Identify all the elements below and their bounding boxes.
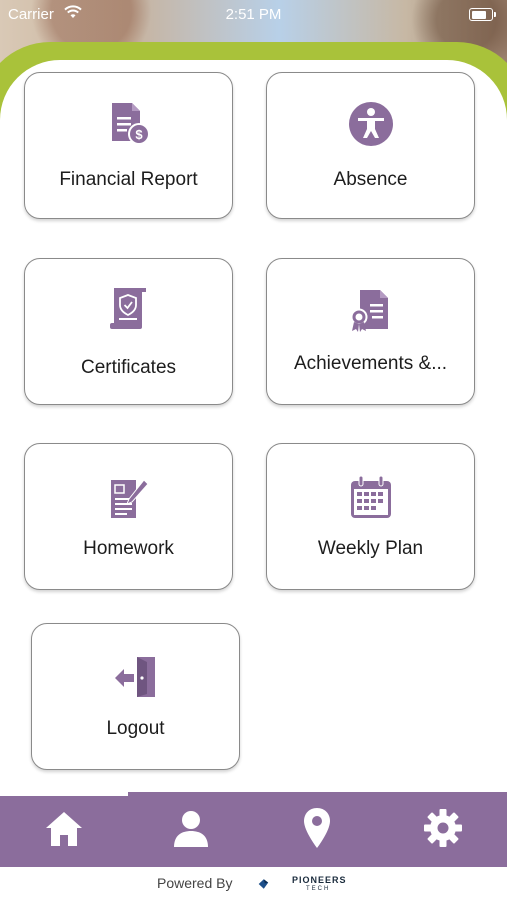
calendar-icon xyxy=(350,475,391,518)
nav-settings[interactable] xyxy=(418,804,468,854)
gear-icon xyxy=(424,809,462,847)
logout-tile[interactable]: Logout xyxy=(31,623,240,770)
absence-tile[interactable]: Absence xyxy=(266,72,475,219)
pioneers-tech-logo xyxy=(258,879,269,889)
absence-icon xyxy=(348,102,393,146)
financial-report-icon: $ xyxy=(111,103,150,145)
tile-label: Weekly Plan xyxy=(317,538,424,559)
logout-icon xyxy=(114,657,155,697)
brand-subtitle: TECH xyxy=(306,886,331,892)
location-pin-icon xyxy=(304,808,330,848)
clock: 2:51 PM xyxy=(225,6,282,23)
tile-label: Logout xyxy=(106,718,165,739)
brand-name: PIONEERS xyxy=(292,875,347,885)
tile-label: Absence xyxy=(333,169,408,190)
nav-location[interactable] xyxy=(292,804,342,854)
achievements-tile[interactable]: Achievements &... xyxy=(266,258,475,405)
tile-label: Financial Report xyxy=(59,169,198,190)
tile-label: Certificates xyxy=(80,357,177,378)
user-icon xyxy=(174,811,208,847)
powered-by-label: Powered By xyxy=(157,875,233,891)
bottom-navigation xyxy=(0,792,507,867)
home-icon xyxy=(46,812,82,846)
nav-home[interactable] xyxy=(39,804,89,854)
homework-icon xyxy=(110,479,149,518)
tile-label: Homework xyxy=(83,538,174,559)
battery-icon xyxy=(469,8,496,21)
footer: Powered By PIONEERS TECH xyxy=(0,868,507,900)
status-bar: Carrier 2:51 PM xyxy=(0,0,507,30)
achievements-icon xyxy=(350,290,388,332)
tile-label: Achievements &... xyxy=(293,353,448,374)
svg-text:$: $ xyxy=(135,127,143,142)
weekly-plan-tile[interactable]: Weekly Plan xyxy=(266,443,475,590)
certificate-icon xyxy=(109,288,146,329)
homework-tile[interactable]: Homework xyxy=(24,443,233,590)
certificates-tile[interactable]: Certificates xyxy=(24,258,233,405)
nav-profile[interactable] xyxy=(166,804,216,854)
financial-report-tile[interactable]: $ Financial Report xyxy=(24,72,233,219)
